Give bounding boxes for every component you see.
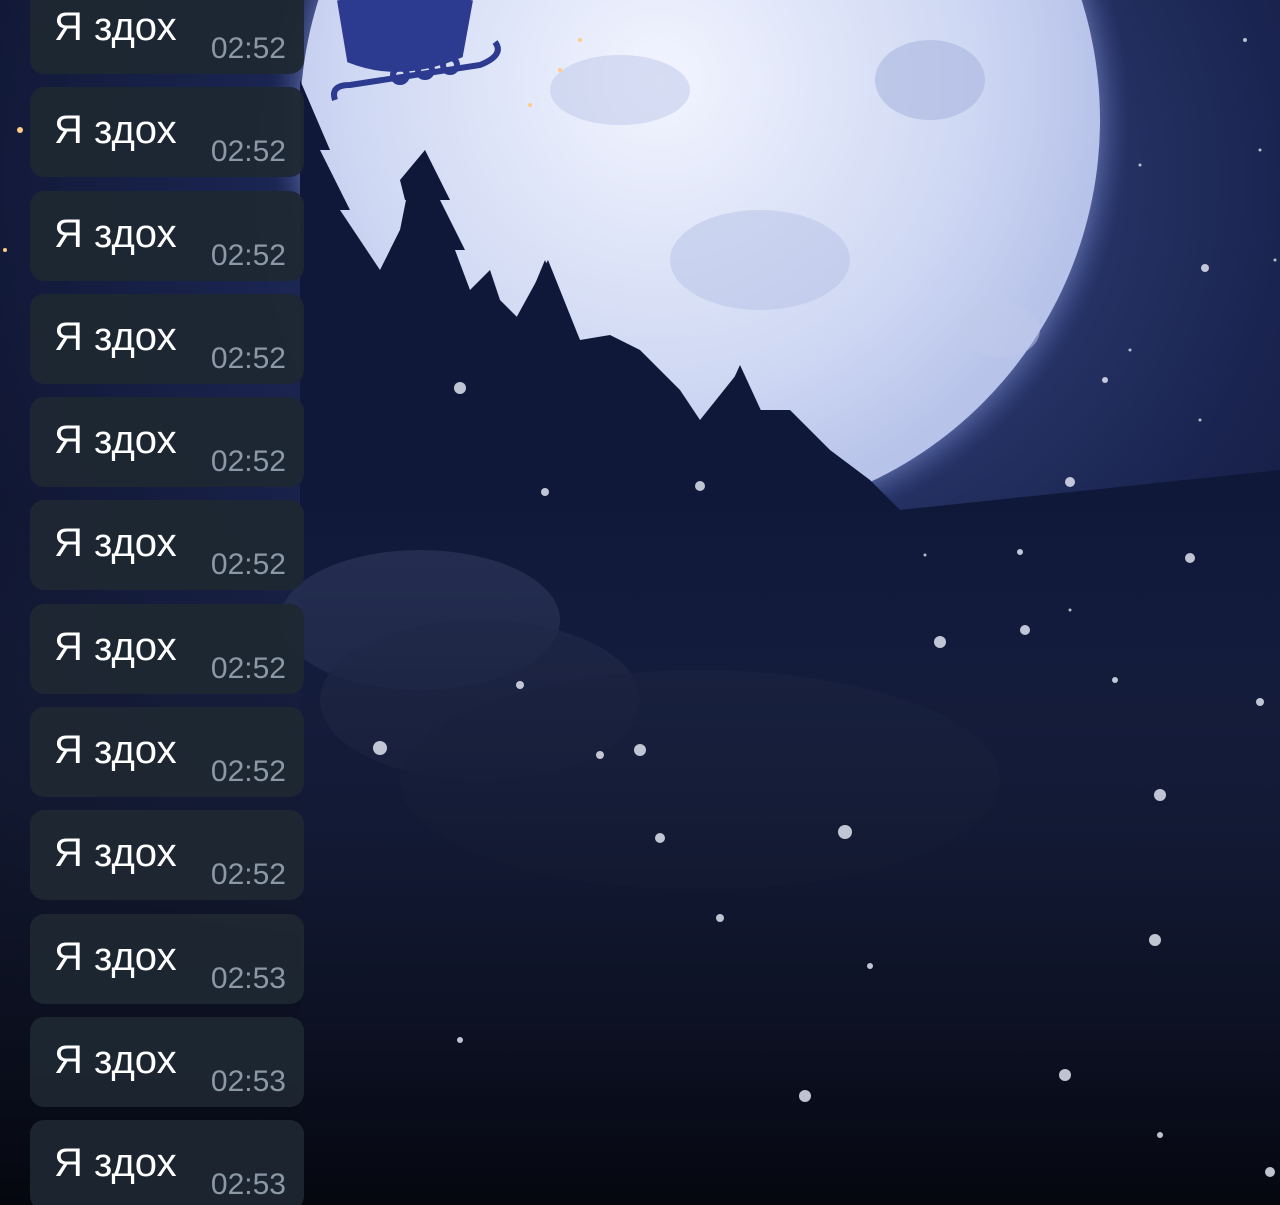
message-text: Я здох: [54, 624, 177, 669]
message-text: Я здох: [54, 1141, 177, 1186]
message-text: Я здох: [54, 5, 177, 49]
message-bubble[interactable]: Я здох 02:52: [30, 707, 304, 798]
message-text: Я здох: [54, 934, 177, 979]
message-time: 02:52: [210, 238, 286, 272]
message-text: Я здох: [54, 211, 177, 256]
message-time: 02:52: [210, 135, 286, 169]
message-text: Я здох: [54, 314, 177, 359]
message-time: 02:53: [210, 961, 286, 995]
message-text: Я здох: [54, 728, 177, 773]
message-bubble[interactable]: Я здох 02:53: [30, 1120, 304, 1205]
message-text: Я здох: [54, 831, 177, 876]
message-time: 02:52: [210, 32, 286, 65]
message-bubble[interactable]: Я здох 02:52: [30, 87, 304, 178]
message-bubble[interactable]: Я здох 02:52: [30, 190, 304, 281]
message-time: 02:53: [210, 1168, 286, 1202]
message-time: 02:53: [210, 1064, 286, 1098]
message-time: 02:52: [210, 651, 286, 685]
message-bubble[interactable]: Я здох 02:52: [30, 293, 304, 384]
message-text: Я здох: [54, 108, 177, 153]
message-bubble[interactable]: Я здох 02:52: [30, 810, 304, 901]
message-list[interactable]: Я здох 02:52 Я здох 02:52 Я здох 02:52 Я…: [30, 0, 304, 1205]
message-bubble[interactable]: Я здох 02:53: [30, 913, 304, 1004]
message-text: Я здох: [54, 418, 177, 463]
message-text: Я здох: [54, 521, 177, 566]
message-bubble[interactable]: Я здох 02:52: [30, 603, 304, 694]
message-bubble[interactable]: Я здох 02:53: [30, 1016, 304, 1107]
message-time: 02:52: [210, 548, 286, 582]
message-text: Я здох: [54, 1037, 177, 1082]
message-bubble[interactable]: Я здох 02:52: [30, 500, 304, 591]
message-time: 02:52: [210, 755, 286, 789]
message-time: 02:52: [210, 445, 286, 479]
message-bubble[interactable]: Я здох 02:52: [30, 0, 304, 74]
chat-screen: Я здох 02:52 Я здох 02:52 Я здох 02:52 Я…: [0, 0, 1280, 1205]
message-time: 02:52: [210, 341, 286, 375]
message-time: 02:52: [210, 858, 286, 892]
message-bubble[interactable]: Я здох 02:52: [30, 397, 304, 488]
